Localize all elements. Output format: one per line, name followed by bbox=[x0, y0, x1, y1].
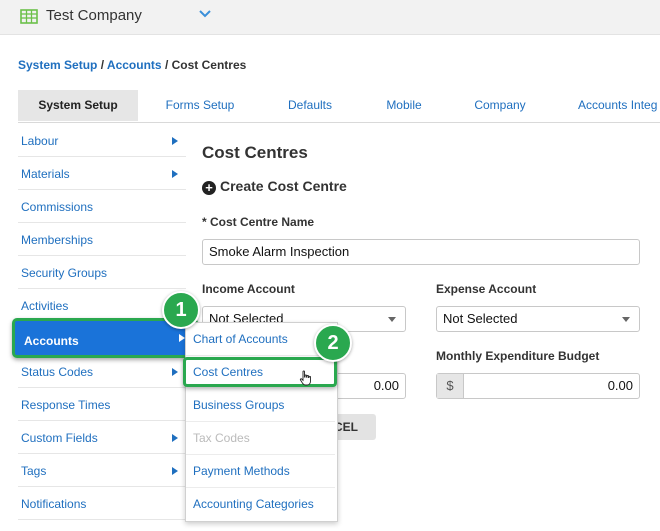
sidebar-item-label: Materials bbox=[21, 167, 70, 181]
tab-defaults[interactable]: Defaults bbox=[270, 90, 350, 121]
submenu-item-business-groups[interactable]: Business Groups bbox=[186, 389, 335, 422]
submenu-item-payment-methods[interactable]: Payment Methods bbox=[186, 455, 335, 488]
expense-account-label: Expense Account bbox=[436, 282, 537, 296]
sidebar-item-label: Security Groups bbox=[21, 266, 108, 280]
sidebar-item-commissions[interactable]: Commissions bbox=[18, 191, 186, 223]
sidebar-item-notifications[interactable]: Notifications bbox=[18, 488, 186, 520]
submenu-item-tax-codes: Tax Codes bbox=[186, 422, 335, 455]
accounts-submenu: Chart of Accounts Cost Centres Business … bbox=[183, 322, 338, 522]
caret-right-icon bbox=[172, 368, 178, 376]
tab-mobile[interactable]: Mobile bbox=[368, 90, 440, 121]
sidebar-item-security-groups[interactable]: Security Groups bbox=[18, 257, 186, 289]
dropdown-arrow-icon bbox=[388, 317, 396, 322]
breadcrumb-accounts[interactable]: Accounts bbox=[107, 58, 162, 72]
sidebar-item-label: Tags bbox=[21, 464, 47, 478]
breadcrumb-system-setup[interactable]: System Setup bbox=[18, 58, 97, 72]
sidebar-item-label: Custom Fields bbox=[21, 431, 98, 445]
sidebar-item-label: Commissions bbox=[21, 200, 94, 214]
submenu-item-accounting-categories[interactable]: Accounting Categories bbox=[186, 488, 335, 521]
create-cost-centre-button[interactable]: + Create Cost Centre bbox=[202, 178, 347, 195]
sidebar-item-label: Status Codes bbox=[21, 365, 94, 379]
page-title: Cost Centres bbox=[202, 143, 308, 162]
sidebar-item-label: Notifications bbox=[21, 497, 87, 511]
plus-circle-icon: + bbox=[202, 181, 216, 195]
expense-account-value: Not Selected bbox=[443, 311, 518, 326]
sidebar-item-label: Labour bbox=[21, 134, 59, 148]
monthly-expenditure-budget-input[interactable]: $0.00 bbox=[436, 373, 640, 399]
hand-cursor-icon bbox=[299, 370, 311, 386]
create-cost-centre-label: Create Cost Centre bbox=[220, 178, 347, 194]
caret-right-icon bbox=[172, 434, 178, 442]
breadcrumb: System Setup / Accounts / Cost Centres bbox=[18, 58, 246, 72]
building-icon bbox=[20, 9, 38, 24]
caret-right-icon bbox=[172, 170, 178, 178]
sidebar-item-label: Memberships bbox=[21, 233, 94, 247]
sidebar-item-label: Activities bbox=[21, 299, 69, 313]
submenu-item-chart-of-accounts[interactable]: Chart of Accounts bbox=[186, 323, 335, 356]
breadcrumb-separator: / bbox=[97, 58, 107, 72]
caret-right-icon bbox=[172, 467, 178, 475]
sidebar-item-label: Response Times bbox=[21, 398, 111, 412]
monthly-expenditure-value: 0.00 bbox=[607, 378, 633, 393]
chevron-down-icon[interactable] bbox=[198, 9, 212, 19]
tab-system-setup[interactable]: System Setup bbox=[18, 90, 138, 121]
sidebar-item-status-codes[interactable]: Status Codes bbox=[18, 356, 186, 388]
sidebar-item-label: Accounts bbox=[24, 334, 79, 348]
top-bar: Test Company bbox=[0, 0, 660, 35]
sidebar-item-materials[interactable]: Materials bbox=[18, 158, 186, 190]
cost-centre-name-input[interactable]: Smoke Alarm Inspection bbox=[202, 239, 640, 265]
currency-symbol: $ bbox=[437, 374, 464, 398]
sidebar-item-memberships[interactable]: Memberships bbox=[18, 224, 186, 256]
company-name: Test Company bbox=[46, 7, 142, 24]
breadcrumb-separator: / bbox=[161, 58, 172, 72]
dropdown-arrow-icon bbox=[622, 317, 630, 322]
tab-forms-setup[interactable]: Forms Setup bbox=[150, 90, 250, 121]
breadcrumb-current: Cost Centres bbox=[171, 58, 247, 72]
income-account-label: Income Account bbox=[202, 282, 295, 296]
caret-right-icon bbox=[172, 137, 178, 145]
step-badge-2: 2 bbox=[314, 324, 352, 362]
cost-centre-name-label: * Cost Centre Name bbox=[202, 215, 315, 229]
sidebar-item-custom-fields[interactable]: Custom Fields bbox=[18, 422, 186, 454]
income-budget-value: 0.00 bbox=[373, 378, 399, 393]
tab-company[interactable]: Company bbox=[458, 90, 542, 121]
monthly-expenditure-budget-label: Monthly Expenditure Budget bbox=[436, 349, 600, 363]
tab-accounts-integration[interactable]: Accounts Integ bbox=[566, 90, 660, 121]
sidebar-item-labour[interactable]: Labour bbox=[18, 125, 186, 157]
sidebar-item-tags[interactable]: Tags bbox=[18, 455, 186, 487]
sidebar-item-response-times[interactable]: Response Times bbox=[18, 389, 186, 421]
expense-account-select[interactable]: Not Selected bbox=[436, 306, 640, 332]
tab-bar: System Setup Forms Setup Defaults Mobile… bbox=[18, 90, 660, 123]
step-badge-1: 1 bbox=[162, 291, 200, 329]
